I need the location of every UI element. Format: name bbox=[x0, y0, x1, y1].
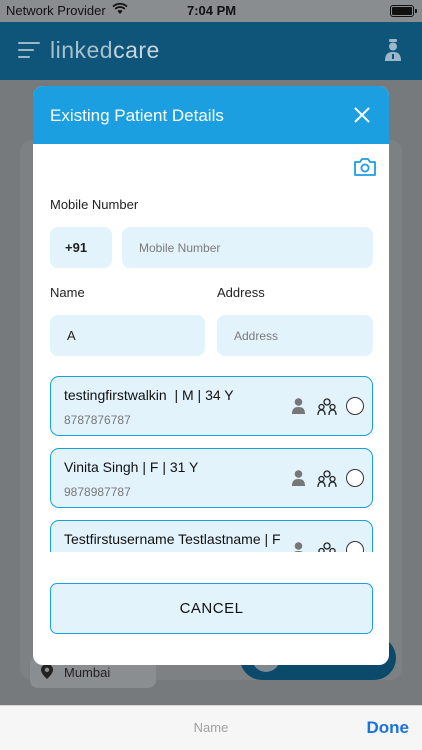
person-icon[interactable] bbox=[292, 470, 305, 486]
location-pin-icon bbox=[41, 664, 53, 679]
close-icon[interactable] bbox=[349, 102, 375, 128]
cancel-button[interactable]: CANCEL bbox=[50, 583, 373, 634]
address-input[interactable]: Address bbox=[217, 315, 373, 356]
family-icon[interactable] bbox=[317, 470, 337, 488]
patient-card[interactable]: Vinita Singh | F | 31 Y 9878987787 bbox=[50, 448, 373, 508]
existing-patient-dialog: Existing Patient Details Mobile Number +… bbox=[33, 86, 389, 665]
select-patient-radio[interactable] bbox=[346, 541, 364, 552]
active-field-name: Name bbox=[193, 720, 229, 735]
mobile-number-input[interactable]: Mobile Number bbox=[122, 227, 373, 268]
status-bar: Network Provider 7:04 PM bbox=[0, 0, 422, 22]
family-icon[interactable] bbox=[317, 542, 337, 552]
clock: 7:04 PM bbox=[187, 3, 237, 18]
select-patient-radio[interactable] bbox=[346, 469, 364, 487]
dialog-header: Existing Patient Details bbox=[33, 86, 389, 144]
patient-phone: 8787876787 bbox=[64, 413, 131, 427]
city-value: Mumbai bbox=[64, 665, 111, 680]
dialog-title: Existing Patient Details bbox=[50, 106, 224, 125]
person-icon[interactable] bbox=[292, 398, 305, 414]
country-code-field[interactable]: +91 bbox=[50, 227, 112, 268]
address-label: Address bbox=[217, 285, 265, 300]
name-label: Name bbox=[50, 285, 85, 300]
person-icon[interactable] bbox=[292, 542, 305, 552]
app-logo: linkedcare bbox=[50, 37, 160, 63]
family-icon[interactable] bbox=[317, 398, 337, 416]
select-patient-radio[interactable] bbox=[346, 397, 364, 415]
mobile-number-label: Mobile Number bbox=[50, 197, 139, 212]
hamburger-menu-icon[interactable] bbox=[18, 42, 40, 63]
keyboard-accessory-bar: Name Done bbox=[0, 705, 422, 750]
camera-icon[interactable] bbox=[354, 157, 376, 177]
doctor-profile-icon[interactable] bbox=[384, 39, 402, 61]
carrier-name: Network Provider bbox=[6, 3, 106, 18]
name-input[interactable]: A bbox=[50, 315, 205, 356]
patient-card[interactable]: Testfirstusername Testlastname | F bbox=[50, 520, 373, 552]
app-bar: linkedcare bbox=[0, 22, 422, 80]
patient-list[interactable]: testingfirstwalkin | M | 34 Y 8787876787… bbox=[50, 376, 373, 552]
battery-icon bbox=[390, 5, 417, 17]
patient-name: testingfirstwalkin | M | 34 Y bbox=[64, 387, 234, 403]
done-button[interactable]: Done bbox=[367, 718, 410, 738]
patient-card[interactable]: testingfirstwalkin | M | 34 Y 8787876787 bbox=[50, 376, 373, 436]
patient-name: Vinita Singh | F | 31 Y bbox=[64, 459, 199, 475]
patient-name: Testfirstusername Testlastname | F bbox=[64, 531, 281, 547]
patient-phone: 9878987787 bbox=[64, 485, 131, 499]
wifi-icon bbox=[112, 2, 128, 14]
